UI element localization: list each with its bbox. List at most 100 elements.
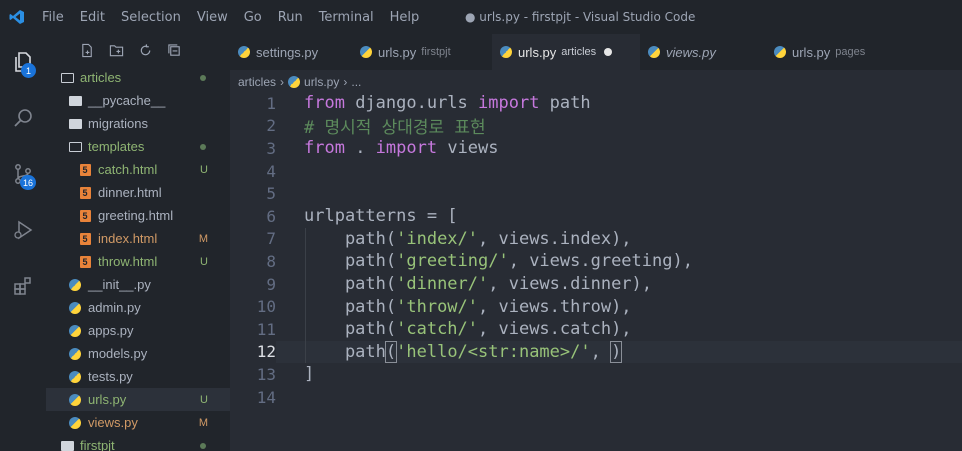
- menu-go[interactable]: Go: [236, 10, 270, 25]
- html-file-icon: 5: [78, 255, 92, 268]
- tree-label: __init__.py: [88, 277, 151, 292]
- tree-file-index-html[interactable]: 5 index.html M: [46, 227, 230, 250]
- folder-icon: [68, 95, 82, 107]
- extensions-button[interactable]: [0, 258, 46, 314]
- tab-views-py[interactable]: views.py: [640, 34, 766, 70]
- breadcrumb-file[interactable]: urls.py: [304, 75, 339, 89]
- breadcrumb: articles › urls.py › ...: [238, 72, 361, 92]
- tree-folder-firstpjt[interactable]: firstpjt: [46, 434, 230, 451]
- window-title: ● urls.py - firstpjt - Visual Studio Cod…: [465, 10, 696, 24]
- tree-folder-pycache[interactable]: __pycache__: [46, 89, 230, 112]
- tab-urls-py-firstpjt[interactable]: urls.py firstpjt: [352, 34, 492, 70]
- menu-selection[interactable]: Selection: [113, 10, 189, 25]
- code-text: path('catch/', views.catch),: [304, 319, 632, 340]
- tree-label: models.py: [88, 346, 148, 361]
- tab-label: urls.py: [518, 44, 557, 60]
- code-line-current: 12 path('hello/<str:name>/', ): [230, 340, 962, 364]
- code-line: 7 path('index/', views.index),: [230, 228, 962, 251]
- folder-icon: [60, 440, 74, 451]
- menu-help[interactable]: Help: [382, 10, 428, 25]
- tree-label: dinner.html: [98, 185, 162, 200]
- tree-file-apps-py[interactable]: apps.py: [46, 319, 230, 342]
- tree-file-admin-py[interactable]: admin.py: [46, 296, 230, 319]
- python-file-icon: [648, 46, 660, 58]
- tree-file-greeting-html[interactable]: 5 greeting.html: [46, 204, 230, 227]
- tree-file-urls-py[interactable]: urls.py U: [46, 388, 230, 411]
- tree-folder-templates[interactable]: templates: [46, 135, 230, 158]
- tree-file-models-py[interactable]: models.py: [46, 342, 230, 365]
- folder-icon: [68, 118, 82, 130]
- explorer-badge: 1: [21, 63, 36, 78]
- html-file-icon: 5: [78, 163, 92, 176]
- menu-run[interactable]: Run: [270, 10, 311, 25]
- code-line: 5: [230, 182, 962, 205]
- collapse-all-icon[interactable]: [167, 43, 182, 58]
- tab-label: settings.py: [256, 44, 319, 60]
- tab-sublabel: firstpjt: [421, 46, 451, 58]
- tab-sublabel: pages: [835, 46, 866, 58]
- code-text: urlpatterns = [: [304, 206, 458, 227]
- line-number: 9: [266, 274, 276, 294]
- code-line: 9 path('dinner/', views.dinner),: [230, 273, 962, 296]
- tab-settings-py[interactable]: settings.py: [230, 34, 352, 70]
- tree-file-dinner-html[interactable]: 5 dinner.html: [46, 181, 230, 204]
- search-button[interactable]: [0, 90, 46, 146]
- tree-label: throw.html: [98, 254, 158, 269]
- tree-file-views-py[interactable]: views.py M: [46, 411, 230, 434]
- tree-file-init-py[interactable]: __init__.py: [46, 273, 230, 296]
- activity-bar: 1 16: [0, 34, 46, 451]
- tree-label: index.html: [98, 231, 158, 246]
- refresh-icon[interactable]: [138, 43, 153, 58]
- run-debug-button[interactable]: [0, 202, 46, 258]
- tree-file-tests-py[interactable]: tests.py: [46, 365, 230, 388]
- tree-folder-articles[interactable]: articles: [46, 66, 230, 89]
- tree-file-catch-html[interactable]: 5 catch.html U: [46, 158, 230, 181]
- explorer-button[interactable]: 1: [0, 34, 46, 90]
- code-line: 14: [230, 386, 962, 409]
- line-number: 1: [266, 93, 276, 113]
- status-dot: [200, 74, 206, 81]
- new-file-icon[interactable]: [80, 43, 95, 58]
- unsaved-dot-icon[interactable]: [604, 48, 613, 56]
- new-folder-icon[interactable]: [109, 43, 124, 58]
- git-status: U: [200, 163, 208, 176]
- tree-folder-migrations[interactable]: migrations: [46, 112, 230, 135]
- python-file-icon: [68, 370, 82, 383]
- tab-urls-py-pages[interactable]: urls.py pages: [766, 34, 896, 70]
- python-file-icon: [68, 347, 82, 360]
- tab-label: urls.py: [378, 44, 417, 60]
- explorer-toolbar: [46, 34, 230, 66]
- folder-open-icon: [60, 72, 74, 84]
- menu-edit[interactable]: Edit: [72, 10, 113, 25]
- tab-sublabel: articles: [561, 46, 597, 58]
- tree-label: greeting.html: [98, 208, 174, 223]
- code-text: path('dinner/', views.dinner),: [304, 274, 653, 295]
- menu-view[interactable]: View: [189, 10, 236, 25]
- status-dot: [200, 143, 206, 150]
- tree-file-throw-html[interactable]: 5 throw.html U: [46, 250, 230, 273]
- menu-terminal[interactable]: Terminal: [311, 10, 382, 25]
- menu-file[interactable]: File: [34, 10, 72, 25]
- breadcrumb-more[interactable]: ...: [351, 75, 361, 89]
- code-line: 1 from django.urls import path: [230, 92, 962, 115]
- html-file-icon: 5: [78, 232, 92, 245]
- tree-label: migrations: [88, 116, 148, 131]
- python-file-icon: [774, 46, 786, 58]
- code-editor[interactable]: 1 from django.urls import path 2 # 명시적 상…: [230, 92, 962, 451]
- html-file-icon: 5: [78, 186, 92, 199]
- code-line: 13 ]: [230, 363, 962, 386]
- tab-urls-py-articles[interactable]: urls.py articles: [492, 34, 640, 70]
- code-line: 11 path('catch/', views.catch),: [230, 318, 962, 341]
- line-number: 13: [256, 364, 276, 384]
- code-line: 4: [230, 160, 962, 183]
- git-status: U: [200, 255, 208, 268]
- line-number: 4: [266, 161, 276, 181]
- code-text: from . import views: [304, 138, 499, 159]
- status-dot: [200, 442, 206, 449]
- source-control-button[interactable]: 16: [0, 146, 46, 202]
- tree-label: firstpjt: [80, 438, 115, 451]
- line-number: 11: [256, 319, 276, 339]
- chevron-right-icon: ›: [343, 75, 348, 89]
- breadcrumb-folder[interactable]: articles: [238, 75, 276, 89]
- python-file-icon: [238, 46, 250, 58]
